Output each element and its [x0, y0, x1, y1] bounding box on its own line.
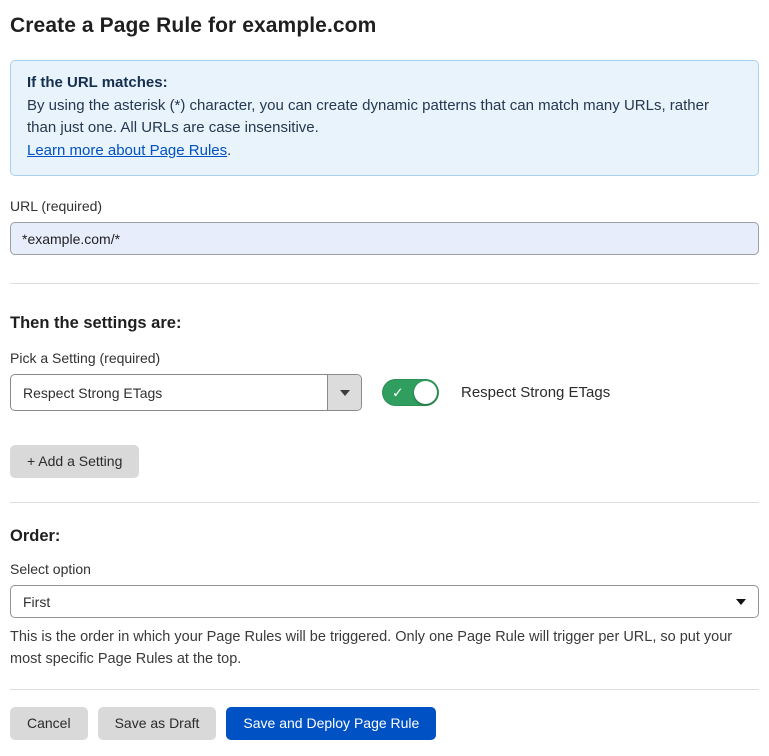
section-divider — [10, 502, 759, 503]
chevron-down-icon — [736, 599, 746, 605]
info-box: If the URL matches: By using the asteris… — [10, 60, 759, 176]
settings-heading: Then the settings are: — [10, 312, 759, 334]
add-setting-button[interactable]: + Add a Setting — [10, 445, 139, 478]
setting-select-value: Respect Strong ETags — [11, 385, 162, 401]
setting-select[interactable]: Respect Strong ETags — [10, 374, 362, 411]
toggle-knob — [414, 381, 437, 404]
order-label: Select option — [10, 561, 759, 577]
page-rule-form: Create a Page Rule for example.com If th… — [0, 0, 769, 756]
setting-select-arrow-button[interactable] — [327, 375, 361, 410]
order-help-text: This is the order in which your Page Rul… — [10, 627, 755, 671]
order-heading: Order: — [10, 525, 759, 547]
learn-more-link[interactable]: Learn more about Page Rules — [27, 142, 227, 159]
section-divider — [10, 283, 759, 284]
pick-setting-label: Pick a Setting (required) — [10, 350, 759, 366]
order-select[interactable]: First — [10, 585, 759, 618]
action-buttons: Cancel Save as Draft Save and Deploy Pag… — [10, 707, 759, 740]
info-link-row: Learn more about Page Rules. — [27, 140, 742, 163]
chevron-down-icon — [340, 390, 350, 396]
toggle-label: Respect Strong ETags — [461, 384, 610, 401]
footer-divider — [10, 689, 759, 690]
setting-row: Respect Strong ETags ✓ Respect Strong ET… — [10, 374, 759, 411]
url-input[interactable] — [10, 222, 759, 255]
order-select-value: First — [23, 594, 50, 610]
page-title: Create a Page Rule for example.com — [10, 12, 759, 40]
check-icon: ✓ — [392, 385, 404, 399]
cancel-button[interactable]: Cancel — [10, 707, 88, 740]
info-box-heading: If the URL matches: — [27, 72, 742, 95]
save-draft-button[interactable]: Save as Draft — [98, 707, 217, 740]
info-box-body: By using the asterisk (*) character, you… — [27, 95, 742, 140]
info-link-suffix: . — [227, 142, 231, 159]
toggle-wrap: ✓ Respect Strong ETags — [382, 379, 610, 406]
url-label: URL (required) — [10, 198, 759, 214]
save-deploy-button[interactable]: Save and Deploy Page Rule — [226, 707, 436, 740]
etags-toggle[interactable]: ✓ — [382, 379, 439, 406]
